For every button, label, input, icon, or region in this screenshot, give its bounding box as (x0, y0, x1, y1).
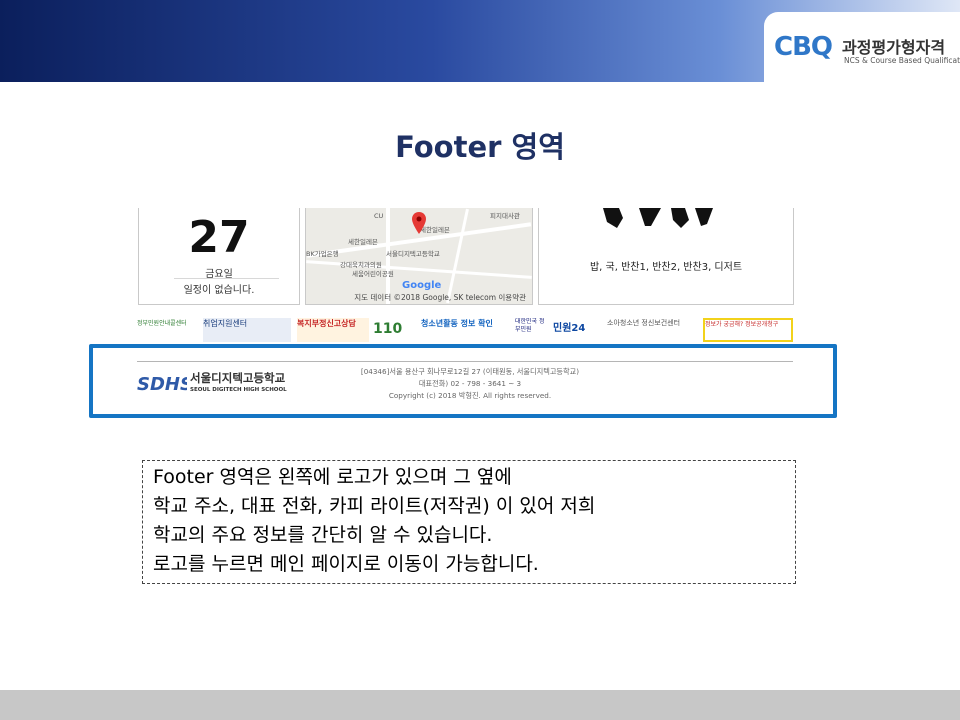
footer-highlight-box (89, 344, 837, 418)
banner-link[interactable]: 정부민원안내콜센터 (137, 318, 201, 342)
banner-link[interactable]: 청소년활동 정보 확인 (421, 318, 511, 342)
map-google-logo: Google (402, 280, 442, 291)
banner-link[interactable]: 대한민국 정부민원 (515, 318, 549, 342)
meal-icon (603, 208, 713, 228)
map-label: CU (374, 212, 384, 220)
banner-link[interactable]: 소아청소년 정신보건센터 (607, 318, 699, 342)
banner-link[interactable]: 110 (373, 318, 417, 342)
banner-link[interactable]: 민원24 (553, 318, 603, 342)
description-line: 학교의 주요 정보를 간단히 알 수 있습니다. (153, 524, 493, 546)
calendar-divider (174, 278, 279, 279)
brand-logo: CBQ 과정평가형자격 NCS & Course Based Qualifica… (764, 12, 960, 82)
calendar-day: 27 (188, 212, 250, 263)
description-line: 로고를 누르면 메인 페이지로 이동이 가능합니다. (153, 553, 539, 575)
description-line: 학교 주소, 대표 전화, 카피 라이트(저작권) 이 있어 저희 (153, 495, 596, 517)
banner-link[interactable]: 정보가 궁금해? 정보공개청구 (703, 318, 793, 342)
map-label: 서울디지텍고등학교 (386, 250, 440, 258)
description-box: Footer 영역은 왼쪽에 로고가 있으며 그 옆에 학교 주소, 대표 전화… (142, 460, 796, 584)
brand-logo-mark: CBQ (774, 32, 833, 62)
bottom-bar (0, 690, 960, 720)
map-attribution: 지도 데이터 ©2018 Google, SK telecom 이용약관 (354, 293, 526, 302)
brand-subtitle: NCS & Course Based Qualification (844, 56, 960, 65)
map-label: 세한일레븐 (348, 238, 378, 246)
banner-link[interactable]: 복지부정신고상담 (297, 318, 369, 342)
banner-strip: 정부민원안내콜센터 취업지원센터 복지부정신고상담 110 청소년활동 정보 확… (137, 318, 799, 344)
banner-link[interactable]: 취업지원센터 (203, 318, 291, 342)
calendar-schedule: 일정이 없습니다. (183, 285, 255, 296)
map-label: BK가업은행 (306, 250, 339, 258)
meal-menu: 밥, 국, 반찬1, 반찬2, 반찬3, 디저트 (589, 262, 743, 273)
map-label: 세움어린이공원 (352, 270, 394, 278)
map-widget[interactable]: 피지대사관 세한일레븐 세한일레븐 BK가업은행 서울디지텍고등학교 강대욱치과… (305, 208, 533, 305)
description-line: Footer 영역은 왼쪽에 로고가 있으며 그 옆에 (153, 466, 512, 488)
brand-title: 과정평가형자격 (842, 38, 946, 57)
meal-widget: 밥, 국, 반찬1, 반찬2, 반찬3, 디저트 (538, 208, 794, 305)
map-pin-icon (412, 212, 426, 234)
map-label: 피지대사관 (490, 212, 520, 220)
calendar-widget: 27 금요일 일정이 없습니다. (138, 208, 300, 305)
slide-title: Footer 영역 (395, 130, 565, 164)
